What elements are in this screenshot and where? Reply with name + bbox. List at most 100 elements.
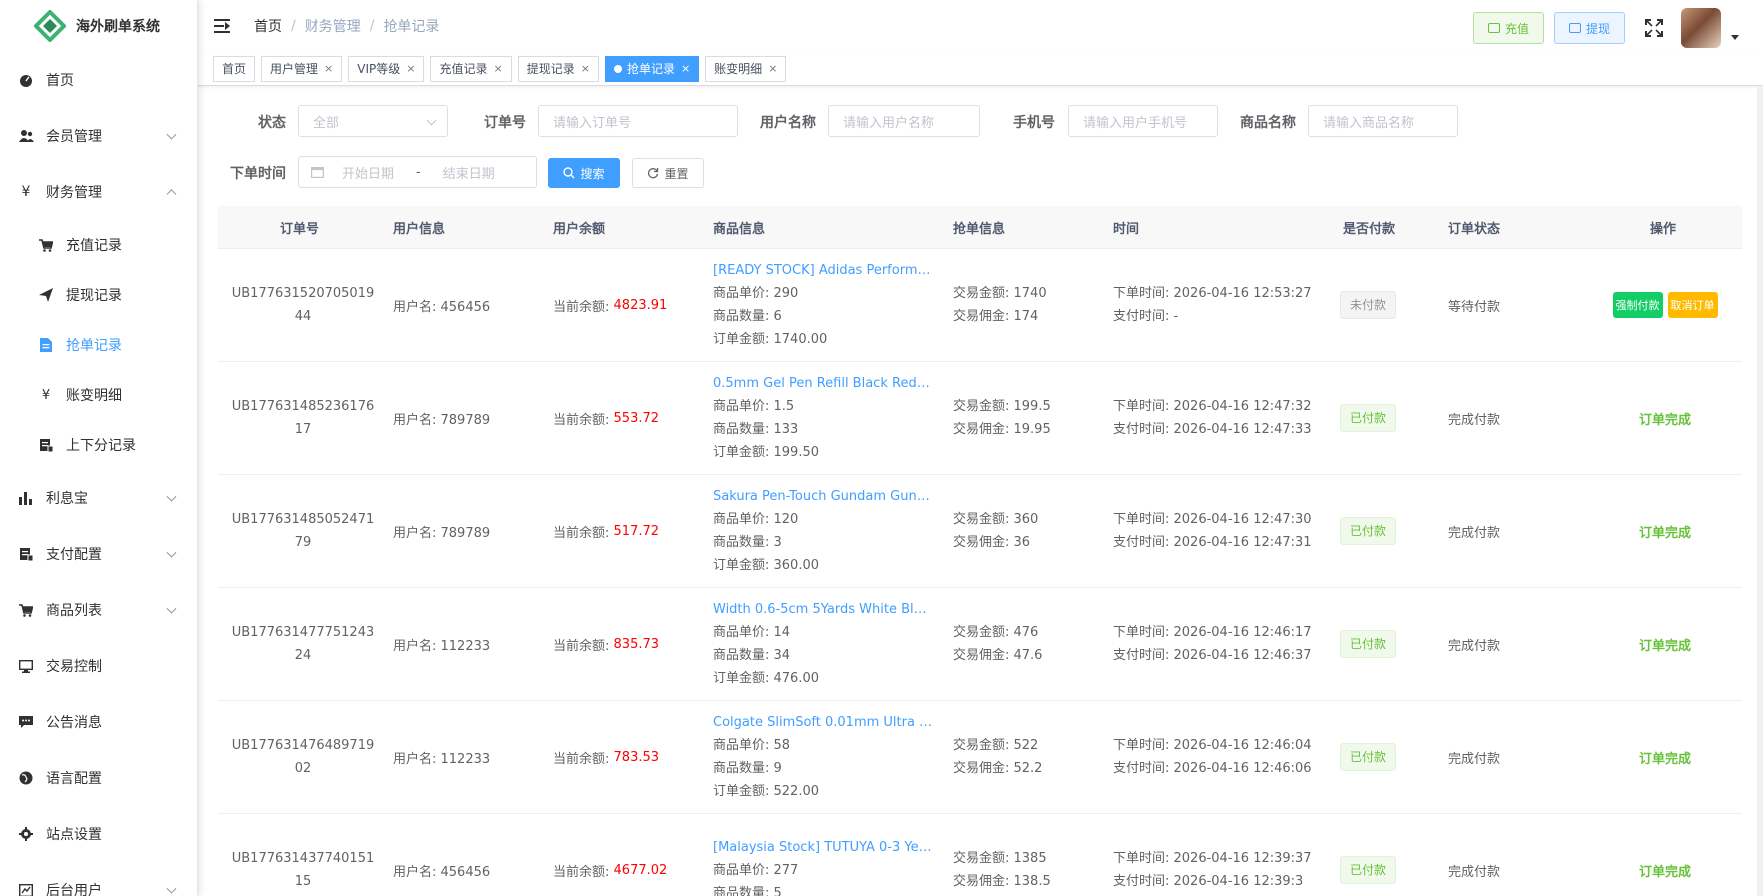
goods-link[interactable]: Colgate SlimSoft 0.01mm Ultra Soft (713, 711, 933, 734)
column-header-grab-info: 抢单信息 (953, 221, 1006, 237)
force-pay-button[interactable]: 强制付款 (1612, 292, 1663, 318)
close-icon[interactable]: × (768, 57, 777, 81)
chart-icon (18, 882, 34, 896)
yen-icon: ¥ (21, 184, 31, 200)
avatar[interactable] (1681, 8, 1721, 48)
end-date-placeholder[interactable]: 结束日期 (443, 163, 495, 182)
tag-account-changes[interactable]: 账变明细 × (705, 55, 787, 82)
tags-view: 首页 用户管理 × VIP等级 × 充值记录 × 提现记录 × 抢单记录 × 账变明细 × (198, 52, 1763, 86)
column-header-user-info: 用户信息 (393, 221, 446, 237)
hamburger-icon[interactable] (214, 19, 230, 33)
grab-info-cell: 交易金额: 1740 交易佣金: 174 (953, 249, 1047, 361)
paid-cell: 已付款 (1340, 588, 1397, 700)
balance-value: 517.72 (613, 523, 660, 539)
order-amount: 订单金额: 476.00 (713, 671, 819, 686)
goods-link[interactable]: Width 0.6-5cm 5Yards White Black Lace (713, 598, 933, 621)
paid-cell: 已付款 (1340, 814, 1397, 896)
sidebar-item-members[interactable]: 会员管理 (0, 108, 197, 164)
recharge-button[interactable]: 充值 (1472, 12, 1544, 44)
breadcrumb-home[interactable]: 首页 (254, 16, 282, 36)
username-input[interactable]: 请输入用户名称 (828, 105, 980, 137)
trade-amount: 交易金额: 476 (953, 625, 1039, 640)
chevron-up-icon (166, 189, 177, 200)
tag-withdraw-records[interactable]: 提现记录 × (517, 55, 599, 82)
time-cell: 下单时间: 2026-04-16 12:53:27 支付时间: - (1113, 249, 1313, 361)
sidebar-subitem-score-records[interactable]: 上下分记录 (0, 420, 197, 470)
tag-grab-orders[interactable]: 抢单记录 × (604, 55, 700, 82)
quantity: 商品数量: 5 (713, 885, 782, 896)
time-cell: 下单时间: 2026-04-16 12:46:17 支付时间: 2026-04-… (1113, 588, 1313, 700)
status-label: 状态 (258, 115, 286, 131)
caret-down-icon[interactable] (1731, 34, 1739, 40)
grab-info-cell: 交易金额: 199.5 交易佣金: 19.95 (953, 362, 1051, 474)
orders-table: 订单号 用户信息 用户余额 商品信息 抢单信息 时间 是否付款 订单状态 操作 … (218, 206, 1742, 896)
goods-link[interactable]: [Malaysia Stock] TUTUYA 0-3 Years Baby (713, 836, 933, 859)
sidebar-item-products[interactable]: 商品列表 (0, 582, 197, 638)
close-icon[interactable]: × (324, 57, 333, 81)
tag-recharge-records[interactable]: 充值记录 × (430, 55, 512, 82)
actions-cell: 订单完成 (1588, 475, 1742, 587)
sidebar-item-site-settings[interactable]: 站点设置 (0, 806, 197, 862)
scrollbar[interactable] (1757, 86, 1763, 896)
trade-amount: 交易金额: 1740 (953, 286, 1047, 301)
receipt-icon (38, 437, 54, 453)
sidebar-subitem-withdraw[interactable]: 提现记录 (0, 270, 197, 320)
order-no-label: 订单号 (484, 115, 526, 131)
goods-link[interactable]: [READY STOCK] Adidas Performance (713, 259, 933, 282)
date-range-picker[interactable]: 开始日期 - 结束日期 (298, 156, 537, 188)
sidebar-item-label: 会员管理 (46, 129, 102, 145)
sidebar-item-trade-control[interactable]: 交易控制 (0, 638, 197, 694)
goods-link[interactable]: 0.5mm Gel Pen Refill Black Red Blue (713, 372, 933, 395)
sidebar-item-finance[interactable]: ¥ 财务管理 (0, 164, 197, 220)
close-icon[interactable]: × (493, 57, 502, 81)
search-button[interactable]: 搜索 (548, 158, 620, 188)
goods-link[interactable]: Sakura Pen-Touch Gundam Gundam Marker (713, 485, 933, 508)
sidebar-item-interest[interactable]: 利息宝 (0, 470, 197, 526)
order-no-input[interactable]: 请输入订单号 (538, 105, 738, 137)
balance-cell: 当前余额: 4677.02 (553, 814, 667, 896)
tag-home[interactable]: 首页 (213, 55, 256, 82)
balance-value: 835.73 (613, 636, 660, 652)
fullscreen-icon[interactable] (1645, 19, 1663, 37)
phone-input[interactable]: 请输入用户手机号 (1068, 105, 1218, 137)
balance-cell: 当前余额: 4823.91 (553, 249, 667, 361)
recharge-button-label: 充值 (1504, 21, 1529, 36)
goods-name-input[interactable]: 请输入商品名称 (1308, 105, 1458, 137)
status-select[interactable]: 全部 (298, 105, 448, 137)
sidebar-subitem-grab-orders[interactable]: 抢单记录 (0, 320, 197, 370)
withdraw-button-label: 提现 (1585, 21, 1610, 36)
paid-cell: 已付款 (1340, 701, 1397, 813)
time-cell: 下单时间: 2026-04-16 12:39:37 支付时间: 2026-04-… (1113, 814, 1313, 896)
withdraw-button[interactable]: 提现 (1553, 12, 1625, 44)
start-date-placeholder[interactable]: 开始日期 (342, 163, 394, 182)
tag-label: 充值记录 (439, 61, 488, 76)
sidebar-item-payment[interactable]: 支付配置 (0, 526, 197, 582)
sidebar-item-home[interactable]: 首页 (0, 52, 197, 108)
sidebar-subitem-recharge[interactable]: 充值记录 (0, 220, 197, 270)
balance-cell: 当前余额: 783.53 (553, 701, 659, 813)
tag-vip-level[interactable]: VIP等级 × (348, 55, 425, 82)
sidebar-item-label: 语言配置 (46, 771, 102, 787)
tag-label: 提现记录 (526, 61, 575, 76)
breadcrumb-separator: / (369, 18, 375, 34)
sidebar-item-admin-users[interactable]: 后台用户 (0, 862, 197, 896)
cancel-order-button[interactable]: 取消订单 (1667, 292, 1718, 318)
logo[interactable]: 海外刷单系统 (0, 0, 197, 52)
balance-value: 553.72 (613, 410, 660, 426)
close-icon[interactable]: × (406, 57, 415, 81)
close-icon[interactable]: × (681, 57, 690, 81)
paid-cell: 已付款 (1340, 362, 1397, 474)
reset-button[interactable]: 重置 (632, 158, 704, 188)
sidebar-item-language[interactable]: 语言配置 (0, 750, 197, 806)
sidebar-subitem-account-changes[interactable]: ¥ 账变明细 (0, 370, 197, 420)
sidebar-item-announcements[interactable]: 公告消息 (0, 694, 197, 750)
send-icon (38, 287, 54, 303)
actions-cell: 订单完成 (1588, 588, 1742, 700)
unit-price: 商品单价: 14 (713, 625, 791, 640)
tag-user-management[interactable]: 用户管理 × (261, 55, 343, 82)
breadcrumb-separator: / (291, 18, 296, 34)
close-icon[interactable]: × (581, 57, 590, 81)
order-time: 下单时间: 2026-04-16 12:53:27 (1113, 286, 1312, 301)
balance-label: 当前余额: (553, 638, 610, 654)
column-header-time: 时间 (1113, 221, 1140, 237)
